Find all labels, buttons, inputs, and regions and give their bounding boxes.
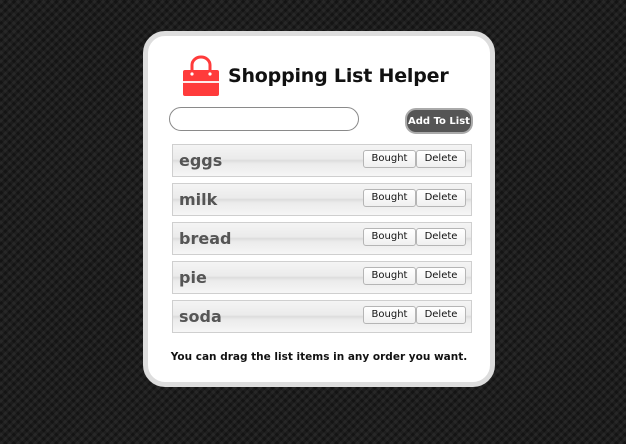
bought-button[interactable]: Bought <box>363 306 416 324</box>
item-input[interactable] <box>169 107 359 131</box>
page-title: Shopping List Helper <box>228 65 449 87</box>
bought-button[interactable]: Bought <box>363 150 416 168</box>
list-item[interactable]: soda Bought Delete <box>172 300 472 333</box>
item-label: pie <box>179 268 207 287</box>
delete-button[interactable]: Delete <box>416 267 466 285</box>
bought-button[interactable]: Bought <box>363 267 416 285</box>
drag-hint-text: You can drag the list items in any order… <box>170 351 468 363</box>
item-label: milk <box>179 190 218 209</box>
shopping-list: eggs Bought Delete milk Bought Delete br… <box>172 144 472 339</box>
shopping-list-card: Shopping List Helper Add To List eggs Bo… <box>143 31 495 387</box>
delete-button[interactable]: Delete <box>416 306 466 324</box>
list-item[interactable]: bread Bought Delete <box>172 222 472 255</box>
delete-button[interactable]: Delete <box>416 189 466 207</box>
add-to-list-button[interactable]: Add To List <box>405 108 473 134</box>
item-label: eggs <box>179 151 223 170</box>
item-label: bread <box>179 229 232 248</box>
list-item[interactable]: milk Bought Delete <box>172 183 472 216</box>
bought-button[interactable]: Bought <box>363 228 416 246</box>
page-background: { "header": { "title": "Shopping List He… <box>0 0 626 444</box>
list-item[interactable]: eggs Bought Delete <box>172 144 472 177</box>
bought-button[interactable]: Bought <box>363 189 416 207</box>
item-label: soda <box>179 307 222 326</box>
header: Shopping List Helper <box>179 53 449 99</box>
delete-button[interactable]: Delete <box>416 228 466 246</box>
list-item[interactable]: pie Bought Delete <box>172 261 472 294</box>
shopping-bag-icon <box>183 55 219 96</box>
delete-button[interactable]: Delete <box>416 150 466 168</box>
